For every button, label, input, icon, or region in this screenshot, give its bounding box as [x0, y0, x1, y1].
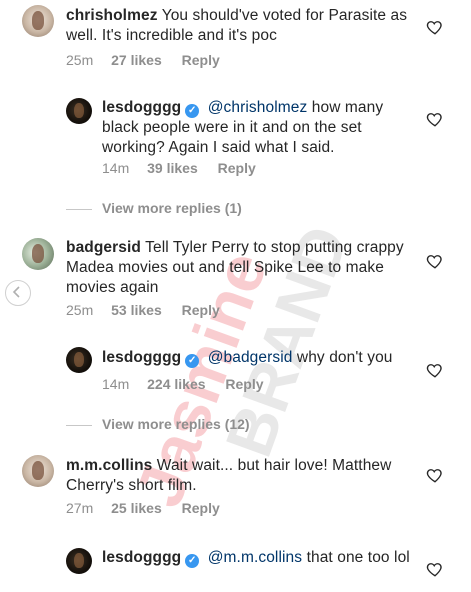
comment-meta: 25m 27 likes Reply [66, 52, 220, 68]
likes-count[interactable]: 53 likes [111, 302, 162, 318]
chevron-left-icon [12, 286, 20, 298]
mention-link[interactable]: @badgersid [208, 349, 293, 366]
avatar[interactable] [66, 98, 92, 124]
comment-body: m.m.collins Wait wait... but hair love! … [66, 456, 416, 496]
mention-link[interactable]: @chrisholmez [208, 99, 308, 116]
heart-icon[interactable] [426, 560, 444, 578]
view-more-replies[interactable]: View more replies (12) [66, 416, 250, 432]
comment-text: why don't you [296, 349, 393, 366]
timestamp: 25m [66, 52, 94, 68]
likes-count[interactable]: 224 likes [147, 376, 205, 392]
heart-icon[interactable] [426, 110, 444, 128]
verified-badge-icon: ✓ [185, 554, 200, 568]
reply-button[interactable]: Reply [225, 376, 263, 392]
username[interactable]: badgersid [66, 239, 141, 256]
verified-badge-icon: ✓ [185, 104, 200, 118]
heart-icon[interactable] [426, 361, 444, 379]
timestamp: 14m [102, 376, 130, 392]
heart-icon[interactable] [426, 18, 444, 36]
comment-text: that one too lol [306, 549, 410, 566]
reply-button[interactable]: Reply [218, 160, 256, 176]
heart-icon[interactable] [426, 466, 444, 484]
comment-meta: 25m 53 likes Reply [66, 302, 220, 318]
verified-badge-icon: ✓ [185, 354, 200, 368]
divider [66, 424, 92, 426]
comment-meta: 27m 25 likes Reply [66, 500, 220, 516]
likes-count[interactable]: 25 likes [111, 500, 162, 516]
username[interactable]: lesdogggg [102, 99, 181, 116]
reply-button[interactable]: Reply [182, 500, 220, 516]
comment-body: badgersid Tell Tyler Perry to stop putti… [66, 238, 416, 298]
comment-meta: 14m 224 likes Reply [102, 376, 264, 392]
timestamp: 27m [66, 500, 94, 516]
avatar[interactable] [22, 238, 54, 270]
avatar[interactable] [22, 455, 54, 487]
username[interactable]: lesdogggg [102, 549, 181, 566]
comment-body: chrisholmez You should've voted for Para… [66, 6, 416, 46]
comment-meta: 14m 39 likes Reply [102, 160, 256, 176]
view-more-label: View more replies (1) [102, 200, 242, 216]
reply-button[interactable]: Reply [182, 302, 220, 318]
reply-button[interactable]: Reply [182, 52, 220, 68]
heart-icon[interactable] [426, 252, 444, 270]
likes-count[interactable]: 39 likes [147, 160, 198, 176]
timestamp: 14m [102, 160, 130, 176]
avatar[interactable] [22, 5, 54, 37]
avatar[interactable] [66, 347, 92, 373]
comment-body: lesdogggg ✓ @m.m.collins that one too lol [102, 548, 412, 568]
view-more-label: View more replies (12) [102, 416, 250, 432]
mention-link[interactable]: @m.m.collins [208, 549, 302, 566]
divider [66, 208, 92, 210]
username[interactable]: lesdogggg [102, 349, 181, 366]
view-more-replies[interactable]: View more replies (1) [66, 200, 242, 216]
comment-body: lesdogggg ✓ @badgersid why don't you [102, 348, 412, 368]
comment-body: lesdogggg ✓ @chrisholmez how many black p… [102, 98, 412, 158]
scroll-left-button[interactable] [5, 280, 31, 306]
username[interactable]: m.m.collins [66, 457, 152, 474]
timestamp: 25m [66, 302, 94, 318]
likes-count[interactable]: 27 likes [111, 52, 162, 68]
username[interactable]: chrisholmez [66, 7, 158, 24]
avatar[interactable] [66, 548, 92, 574]
